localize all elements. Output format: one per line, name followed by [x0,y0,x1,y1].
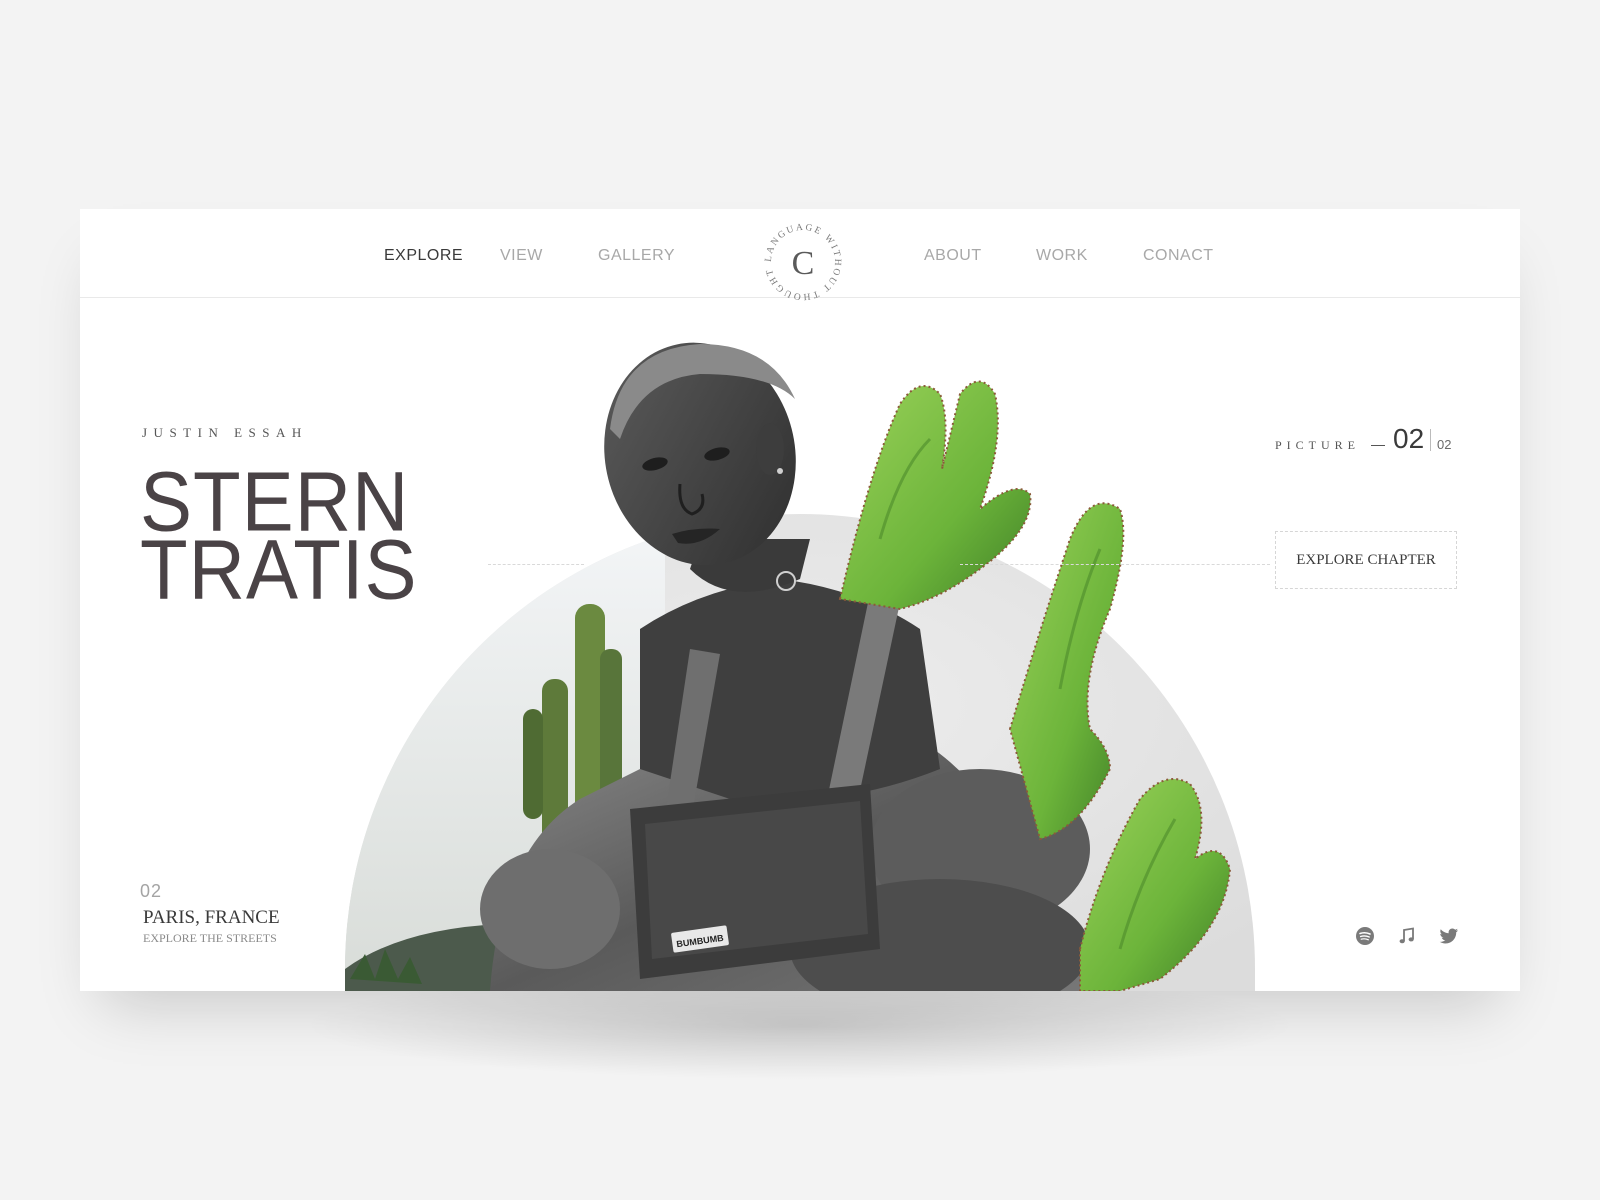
picture-dash [1371,445,1385,446]
nav-contact[interactable]: CONACT [1143,247,1214,265]
background-cactus [523,604,622,854]
location-number: 02 [140,881,163,901]
picture-total: 02 [1437,437,1452,452]
brand-logo[interactable]: LANGUAGE WITHOUT THOUGHT C [760,219,846,305]
cactus-plant [838,380,1232,991]
nav-work[interactable]: WORK [1036,247,1088,265]
author-name: JUSTIN ESSAH [142,425,308,440]
explore-chapter-button[interactable]: EXPLORE CHAPTER [1275,531,1457,589]
location-city: PARIS, FRANCE [143,907,280,928]
model-figure: BUMBUMB [480,342,1090,991]
music-note-icon[interactable] [1397,926,1417,946]
nav-gallery[interactable]: GALLERY [598,247,675,265]
picture-separator [1430,429,1431,451]
top-navigation: EXPLORE VIEW GALLERY LANGUAGE WITHOUT TH… [80,209,1520,301]
nav-explore[interactable]: EXPLORE [384,247,463,265]
location-tagline: EXPLORE THE STREETS [143,931,277,945]
landing-card: BUMBUMB EXPLORE VIEW GALLERY LANGUAGE WI… [80,209,1520,991]
spotify-icon[interactable] [1355,926,1375,946]
logo-letter: C [792,245,815,282]
dash-connector-left [488,564,584,565]
twitter-icon[interactable] [1439,926,1459,946]
dash-connector-right [960,564,1270,565]
hero-title-line-2: TRATIS [140,521,418,617]
picture-label: PICTURE [1275,438,1361,452]
arch-shape [345,514,1255,991]
nav-view[interactable]: VIEW [500,247,543,265]
nav-about[interactable]: ABOUT [924,247,982,265]
bag-badge: BUMBUMB [676,933,725,950]
picture-current: 02 [1393,423,1425,454]
